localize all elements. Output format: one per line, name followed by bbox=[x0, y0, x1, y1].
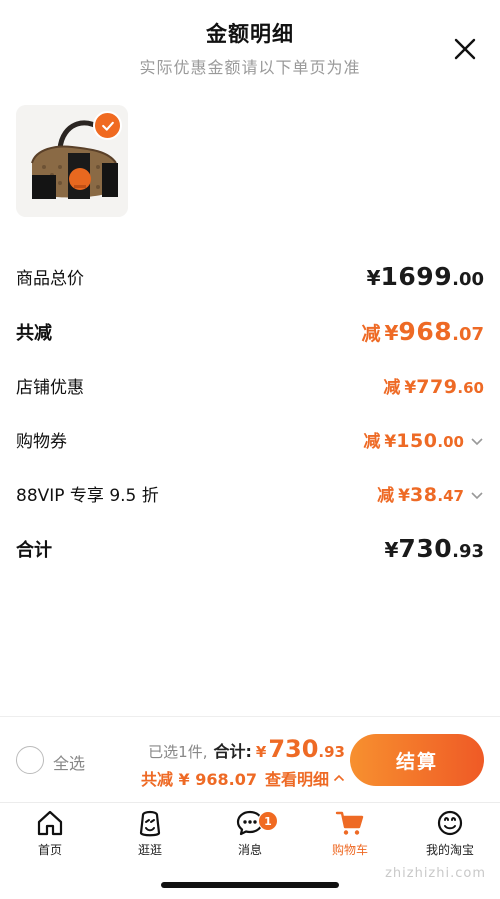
tab-cart[interactable]: 购物车 bbox=[300, 807, 400, 863]
reduce-prefix: 减 bbox=[361, 323, 381, 345]
chevron-down-icon[interactable] bbox=[470, 437, 484, 447]
home-indicator bbox=[161, 882, 339, 888]
tab-label: 购物车 bbox=[331, 843, 368, 857]
row-vip-discount[interactable]: 88VIP 专享 9.5 折 减 ¥ 38 .47 bbox=[16, 481, 484, 506]
tab-browse[interactable]: 逛逛 bbox=[100, 807, 200, 863]
currency-symbol: ¥ bbox=[384, 432, 397, 452]
amount-decimal: .93 bbox=[452, 541, 484, 562]
amount-decimal: .60 bbox=[457, 379, 484, 397]
row-label: 88VIP 专享 9.5 折 bbox=[16, 486, 159, 506]
row-total-price: 商品总价 ¥ 1699 .00 bbox=[16, 262, 484, 291]
summary-reduce-line[interactable]: 共减 ¥ 968.07 查看明细 bbox=[141, 766, 345, 790]
sheet-title: 金额明细 bbox=[206, 22, 294, 46]
tab-label: 逛逛 bbox=[137, 843, 162, 857]
reduce-prefix: 减 bbox=[383, 378, 401, 398]
currency-symbol: ¥ bbox=[398, 486, 410, 506]
row-amount: ¥ 1699 .00 bbox=[367, 262, 484, 291]
amount-integer: 730 bbox=[398, 534, 453, 563]
tab-label: 我的淘宝 bbox=[425, 843, 474, 857]
watermark-text: zhizhizhi.com bbox=[385, 866, 486, 881]
total-integer: 730 bbox=[268, 735, 319, 763]
select-all-radio[interactable] bbox=[16, 746, 44, 774]
tab-label: 消息 bbox=[237, 843, 262, 857]
reduce-total-text: 共减 ¥ 968.07 bbox=[140, 770, 257, 789]
cart-icon bbox=[335, 811, 364, 835]
amount-integer: 150 bbox=[396, 430, 438, 452]
currency-symbol: ¥ bbox=[404, 378, 417, 398]
row-amount: 减 ¥ 779 .60 bbox=[383, 373, 484, 398]
reduce-prefix: 减 bbox=[363, 432, 381, 452]
currency-symbol: ¥ bbox=[366, 266, 381, 290]
row-shop-discount: 店铺优惠 减 ¥ 779 .60 bbox=[16, 373, 484, 398]
chevron-down-icon[interactable] bbox=[470, 491, 484, 501]
tab-label: 首页 bbox=[37, 843, 62, 857]
sheet-header: 金额明细 实际优惠金额请以下单页为准 bbox=[0, 18, 500, 78]
unread-badge: 1 bbox=[258, 811, 278, 831]
checkout-button[interactable]: 结算 bbox=[350, 734, 484, 786]
row-total-reduce: 共减 减 ¥ 968 .07 bbox=[16, 317, 484, 346]
amount-integer: 779 bbox=[416, 376, 458, 398]
tab-messages[interactable]: 消息 1 bbox=[200, 807, 300, 863]
view-detail-link[interactable]: 查看明细 bbox=[265, 766, 329, 790]
chevron-up-icon[interactable] bbox=[333, 774, 345, 782]
total-decimal: .93 bbox=[318, 743, 345, 761]
summary-total-line: 已选1件, 合计: ¥ 730 .93 bbox=[148, 735, 345, 763]
row-label: 共减 bbox=[16, 322, 52, 344]
currency-symbol: ¥ bbox=[384, 538, 399, 562]
reduce-prefix: 减 bbox=[377, 486, 395, 506]
total-label: 合计: bbox=[213, 742, 252, 761]
row-coupon[interactable]: 购物券 减 ¥ 150 .00 bbox=[16, 427, 484, 452]
currency-symbol: ¥ bbox=[384, 321, 399, 345]
currency-symbol: ¥ bbox=[255, 743, 267, 761]
home-icon bbox=[37, 810, 63, 836]
amount-decimal: .00 bbox=[452, 269, 484, 290]
row-label: 商品总价 bbox=[16, 269, 84, 289]
amount-integer: 38 bbox=[409, 484, 438, 506]
selected-check-icon[interactable] bbox=[93, 111, 122, 140]
sheet-subtitle: 实际优惠金额请以下单页为准 bbox=[139, 58, 361, 77]
selected-count: 已选1件, bbox=[148, 743, 208, 761]
amount-detail-sheet: 金额明细 实际优惠金额请以下单页为准 商品总价 ¥ 1699 .00 共减 减 … bbox=[0, 0, 500, 716]
amount-integer: 1699 bbox=[380, 262, 453, 291]
profile-icon bbox=[437, 810, 463, 836]
row-label: 店铺优惠 bbox=[16, 378, 84, 398]
close-icon[interactable] bbox=[450, 34, 480, 64]
cart-summary-bar: 全选 已选1件, 合计: ¥ 730 .93 共减 ¥ 968.07 查看明细 … bbox=[0, 716, 500, 802]
row-label: 购物券 bbox=[16, 432, 67, 452]
row-amount: ¥ 730 .93 bbox=[385, 534, 485, 563]
row-amount: 减 ¥ 968 .07 bbox=[361, 317, 484, 346]
row-amount: 减 ¥ 150 .00 bbox=[363, 427, 484, 452]
tab-home[interactable]: 首页 bbox=[0, 807, 100, 863]
row-subtotal: 合计 ¥ 730 .93 bbox=[16, 534, 484, 563]
amount-integer: 968 bbox=[398, 317, 453, 346]
select-all-label[interactable]: 全选 bbox=[53, 750, 85, 774]
amount-decimal: .00 bbox=[437, 433, 464, 451]
amount-decimal: .47 bbox=[437, 487, 464, 505]
row-label: 合计 bbox=[16, 539, 52, 561]
amount-decimal: .07 bbox=[452, 324, 484, 345]
browse-icon bbox=[139, 810, 161, 837]
row-amount: 减 ¥ 38 .47 bbox=[377, 481, 484, 506]
tab-profile[interactable]: 我的淘宝 bbox=[400, 807, 500, 863]
